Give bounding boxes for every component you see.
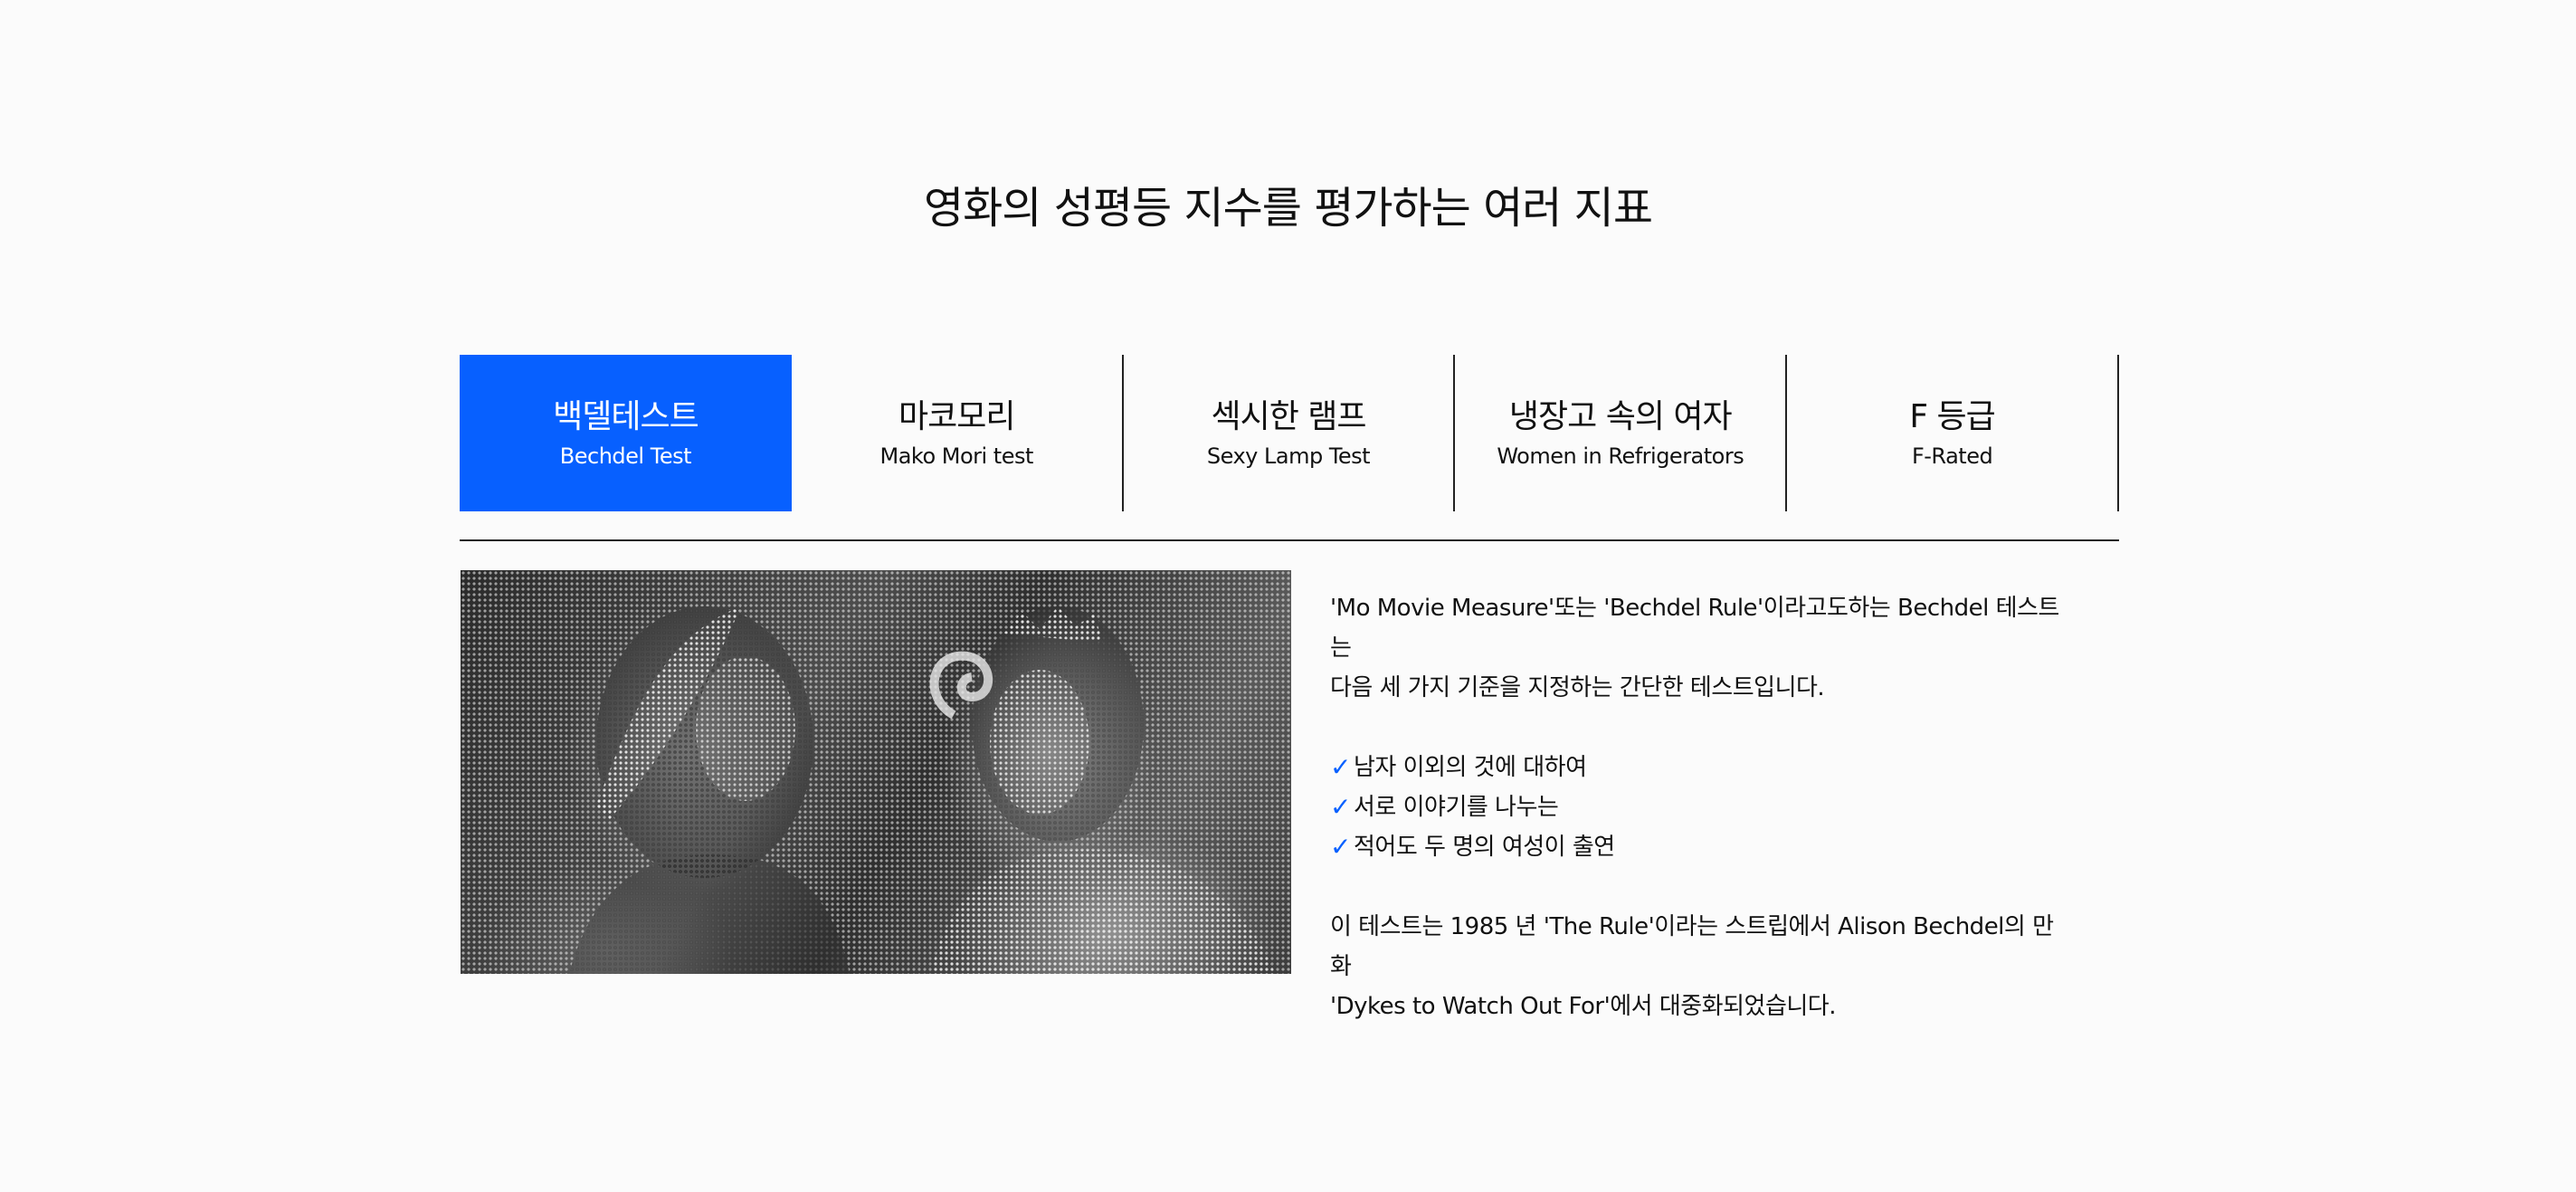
photo-illustration	[461, 570, 1291, 974]
tab-label-ko: 섹시한 램프	[1211, 397, 1366, 435]
tab-bar: 백델테스트 Bechdel Test 마코모리 Mako Mori test 섹…	[460, 355, 2119, 511]
tab-women-in-refrigerators[interactable]: 냉장고 속의 여자 Women in Refrigerators	[1455, 355, 1788, 511]
tab-label-ko: 백델테스트	[553, 397, 699, 435]
tab-label-ko: 냉장고 속의 여자	[1508, 397, 1733, 435]
tab-f-rated[interactable]: F 등급 F-Rated	[1787, 355, 2119, 511]
list-item: ✓ 적어도 두 명의 여성이 출연	[1330, 827, 2072, 867]
section-divider	[460, 539, 2119, 541]
intro-text: 'Mo Movie Measure'또는 'Bechdel Rule'이라고도하…	[1330, 595, 2059, 662]
intro-text: 다음 세 가지 기준을 지정하는 간단한 테스트입니다.	[1330, 674, 1825, 701]
tab-sexy-lamp[interactable]: 섹시한 램프 Sexy Lamp Test	[1124, 355, 1456, 511]
page-title: 영화의 성평등 지수를 평가하는 여러 지표	[923, 183, 1653, 234]
criteria-text: 서로 이야기를 나누는	[1354, 794, 1559, 821]
list-item: ✓ 남자 이외의 것에 대하여	[1330, 748, 2072, 787]
criteria-list: ✓ 남자 이외의 것에 대하여 ✓ 서로 이야기를 나누는 ✓ 적어도 두 명의…	[1330, 748, 2072, 867]
tab-label-en: F-Rated	[1911, 443, 1993, 470]
check-icon: ✓	[1330, 832, 1351, 862]
tab-label-en: Sexy Lamp Test	[1206, 443, 1371, 470]
halftone-photo-image	[461, 570, 1291, 974]
criteria-text: 적어도 두 명의 여성이 출연	[1354, 834, 1615, 861]
description-panel: 'Mo Movie Measure'또는 'Bechdel Rule'이라고도하…	[1330, 588, 2072, 1026]
criteria-text: 남자 이외의 것에 대하여	[1354, 754, 1587, 781]
tab-label-en: Women in Refrigerators	[1497, 443, 1744, 470]
origin-text: 이 테스트는 1985 년 'The Rule'이라는 스트립에서 Alison…	[1330, 913, 2054, 980]
check-icon: ✓	[1330, 792, 1351, 822]
tab-mako-mori[interactable]: 마코모리 Mako Mori test	[792, 355, 1124, 511]
tab-label-en: Bechdel Test	[559, 443, 692, 470]
origin-text: 'Dykes to Watch Out For'에서 대중화되었습니다.	[1330, 993, 1836, 1020]
tab-label-ko: F 등급	[1909, 397, 1995, 435]
tab-bechdel-test[interactable]: 백델테스트 Bechdel Test	[460, 355, 792, 511]
check-icon: ✓	[1330, 752, 1351, 782]
tab-label-ko: 마코모리	[898, 397, 1015, 435]
list-item: ✓ 서로 이야기를 나누는	[1330, 787, 2072, 827]
tab-label-en: Mako Mori test	[879, 443, 1033, 470]
